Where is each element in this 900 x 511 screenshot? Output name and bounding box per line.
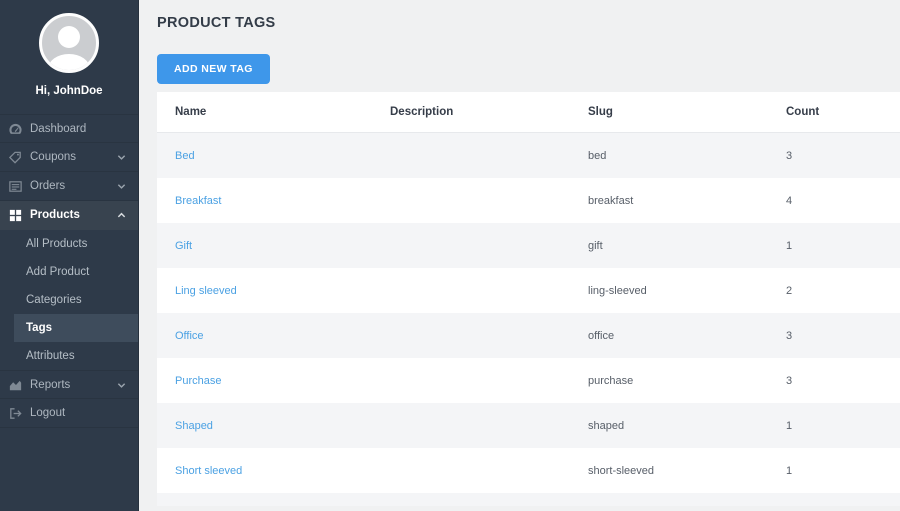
table-row: Short sleeved short-sleeved 1 <box>157 448 900 493</box>
submenu-item-categories[interactable]: Categories <box>0 286 138 314</box>
tag-slug-cell: purchase <box>588 375 786 387</box>
main-content: PRODUCT TAGS ADD NEW TAG Name Descriptio… <box>139 0 900 511</box>
sidebar-item-orders[interactable]: Orders <box>0 172 138 201</box>
tag-count-cell: 3 <box>786 150 900 162</box>
sidebar-item-dashboard[interactable]: Dashboard <box>0 114 138 143</box>
tags-icon <box>8 150 23 165</box>
chevron-down-icon <box>117 182 126 191</box>
tag-count-cell: 1 <box>786 420 900 432</box>
logout-icon <box>8 406 23 421</box>
tag-count-cell: 1 <box>786 240 900 252</box>
table-row: Gift gift 1 <box>157 223 900 268</box>
products-submenu: All Products Add Product Categories Tags… <box>0 230 138 370</box>
tag-count-cell: 3 <box>786 330 900 342</box>
page-title: PRODUCT TAGS <box>157 15 900 31</box>
table-body: Bed bed 3 Breakfast breakfast 4 Gift gif… <box>157 133 900 506</box>
tag-name-cell: Ling sleeved <box>175 285 390 297</box>
tag-name-cell: Gift <box>175 240 390 252</box>
sidebar: Hi, JohnDoe Dashboard Coupons Orders <box>0 0 139 511</box>
table-row: Purchase purchase 3 <box>157 358 900 403</box>
tag-slug-cell: shaped <box>588 420 786 432</box>
table-row: Office office 3 <box>157 313 900 358</box>
table-header-row: Name Description Slug Count <box>157 92 900 133</box>
area-chart-icon <box>8 378 23 393</box>
sidebar-item-products[interactable]: Products <box>0 201 138 230</box>
tag-name-cell: Office <box>175 330 390 342</box>
column-header-count: Count <box>786 106 900 118</box>
column-header-name: Name <box>175 106 390 118</box>
chevron-up-icon <box>117 211 126 220</box>
avatar-shoulders-shape <box>48 54 90 73</box>
sidebar-item-reports[interactable]: Reports <box>0 370 138 399</box>
sidebar-item-coupons[interactable]: Coupons <box>0 143 138 172</box>
avatar <box>39 13 99 73</box>
tag-name-link[interactable]: Gift <box>175 240 192 252</box>
tag-name-link[interactable]: Purchase <box>175 375 221 387</box>
sidebar-item-label: Dashboard <box>30 123 86 135</box>
tag-slug-cell: ling-sleeved <box>588 285 786 297</box>
tag-name-link[interactable]: Shaped <box>175 420 213 432</box>
column-header-slug: Slug <box>588 106 786 118</box>
column-header-description: Description <box>390 106 588 118</box>
tag-name-cell: Short sleeved <box>175 465 390 477</box>
submenu-item-attributes[interactable]: Attributes <box>0 342 138 370</box>
submenu-item-label: Attributes <box>26 350 75 362</box>
table-row: Bed bed 3 <box>157 133 900 178</box>
tag-slug-cell: office <box>588 330 786 342</box>
tag-name-link[interactable]: Breakfast <box>175 195 221 207</box>
tag-name-cell: Shaped <box>175 420 390 432</box>
tag-slug-cell: short-sleeved <box>588 465 786 477</box>
table-row: Breakfast breakfast 4 <box>157 178 900 223</box>
tag-count-cell: 3 <box>786 375 900 387</box>
user-block: Hi, JohnDoe <box>0 0 138 97</box>
sidebar-item-label: Orders <box>30 180 65 192</box>
tag-name-link[interactable]: Bed <box>175 150 195 162</box>
submenu-item-label: All Products <box>26 238 87 250</box>
sidebar-item-label: Coupons <box>30 151 76 163</box>
sidebar-item-label: Products <box>30 209 80 221</box>
tags-table-panel: Name Description Slug Count Bed bed 3 Br… <box>157 92 900 506</box>
table-row-partial <box>157 493 900 506</box>
orders-list-icon <box>8 179 23 194</box>
tag-name-cell: Purchase <box>175 375 390 387</box>
tag-name-cell: Bed <box>175 150 390 162</box>
sidebar-menu: Dashboard Coupons Orders Products <box>0 114 138 428</box>
tag-name-link[interactable]: Office <box>175 330 204 342</box>
grid-icon <box>8 208 23 223</box>
tag-slug-cell: bed <box>588 150 786 162</box>
avatar-head-shape <box>58 26 80 48</box>
submenu-item-label: Tags <box>26 322 52 334</box>
sidebar-item-logout[interactable]: Logout <box>0 399 138 428</box>
chevron-down-icon <box>117 153 126 162</box>
gauge-icon <box>8 122 23 137</box>
submenu-item-label: Add Product <box>26 266 89 278</box>
chevron-down-icon <box>117 381 126 390</box>
tag-count-cell: 2 <box>786 285 900 297</box>
sidebar-item-label: Reports <box>30 379 70 391</box>
user-greeting: Hi, JohnDoe <box>0 85 138 97</box>
table-row: Ling sleeved ling-sleeved 2 <box>157 268 900 313</box>
submenu-item-tags[interactable]: Tags <box>14 314 138 342</box>
tag-count-cell: 4 <box>786 195 900 207</box>
submenu-item-add-product[interactable]: Add Product <box>0 258 138 286</box>
table-row: Shaped shaped 1 <box>157 403 900 448</box>
tag-name-cell: Breakfast <box>175 195 390 207</box>
tag-name-link[interactable]: Short sleeved <box>175 465 242 477</box>
tag-slug-cell: gift <box>588 240 786 252</box>
submenu-item-label: Categories <box>26 294 82 306</box>
add-new-tag-button[interactable]: ADD NEW TAG <box>157 54 270 84</box>
tag-name-link[interactable]: Ling sleeved <box>175 285 237 297</box>
submenu-item-all-products[interactable]: All Products <box>0 230 138 258</box>
tag-count-cell: 1 <box>786 465 900 477</box>
sidebar-item-label: Logout <box>30 407 65 419</box>
tag-slug-cell: breakfast <box>588 195 786 207</box>
